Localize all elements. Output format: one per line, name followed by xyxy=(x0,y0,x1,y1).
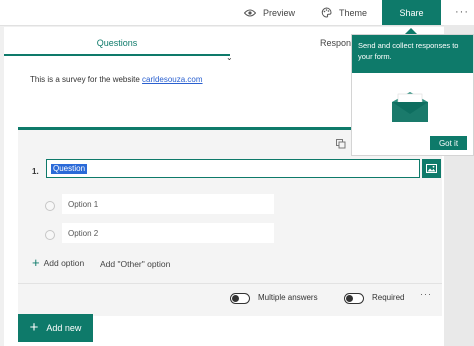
tab-underline xyxy=(4,54,230,56)
description-link[interactable]: carldesouza.com xyxy=(142,75,202,84)
question-title-input[interactable]: Question xyxy=(46,159,420,178)
add-option-button[interactable]: + Add option xyxy=(32,255,85,270)
question-title-text: Question xyxy=(51,164,88,174)
share-popup-message: Send and collect responses to your form. xyxy=(352,35,473,73)
description-text: This is a survey for the website xyxy=(30,75,143,84)
add-new-button[interactable]: + Add new xyxy=(18,314,93,342)
tab-questions[interactable]: Questions xyxy=(4,31,230,55)
add-new-label: Add new xyxy=(46,323,82,333)
required-label: Required xyxy=(372,293,405,302)
insert-image-button[interactable] xyxy=(422,159,441,178)
theme-label: Theme xyxy=(339,7,368,18)
plus-icon: + xyxy=(29,319,39,336)
share-button[interactable]: Share xyxy=(382,0,441,25)
image-icon xyxy=(426,160,437,178)
eye-icon xyxy=(243,9,257,17)
add-option-label: Add option xyxy=(43,258,85,268)
question-number: 1. xyxy=(32,167,39,176)
theme-button[interactable]: Theme xyxy=(319,0,367,25)
toggle-knob xyxy=(232,295,239,302)
multiple-answers-label: Multiple answers xyxy=(258,293,318,302)
toggle-knob xyxy=(346,295,353,302)
tab-responses[interactable]: Respon xyxy=(320,31,351,55)
more-options-icon[interactable]: ··· xyxy=(420,289,432,299)
card-divider xyxy=(18,283,442,284)
form-description[interactable]: This is a survey for the website carldes… xyxy=(30,75,203,84)
required-toggle[interactable] xyxy=(344,293,364,304)
top-bar: Preview Theme Share ··· xyxy=(0,0,474,26)
add-other-option-button[interactable]: Add "Other" option xyxy=(100,258,170,271)
share-popup: Send and collect responses to your form.… xyxy=(351,34,474,156)
plus-icon: + xyxy=(32,255,40,270)
copy-icon[interactable] xyxy=(336,136,346,149)
preview-button[interactable]: Preview xyxy=(243,0,295,25)
envelope-icon xyxy=(390,90,430,124)
got-it-button[interactable]: Got it xyxy=(430,136,467,150)
palette-icon xyxy=(319,7,333,18)
preview-label: Preview xyxy=(263,7,296,18)
multiple-answers-toggle[interactable] xyxy=(230,293,250,304)
option-2-radio[interactable] xyxy=(45,230,55,240)
option-2-input[interactable]: Option 2 xyxy=(62,223,274,243)
option-1-input[interactable]: Option 1 xyxy=(62,194,274,214)
option-1-radio[interactable] xyxy=(45,201,55,211)
more-icon[interactable]: ··· xyxy=(455,6,469,18)
tab-pointer-icon: ⌄ xyxy=(226,53,233,62)
